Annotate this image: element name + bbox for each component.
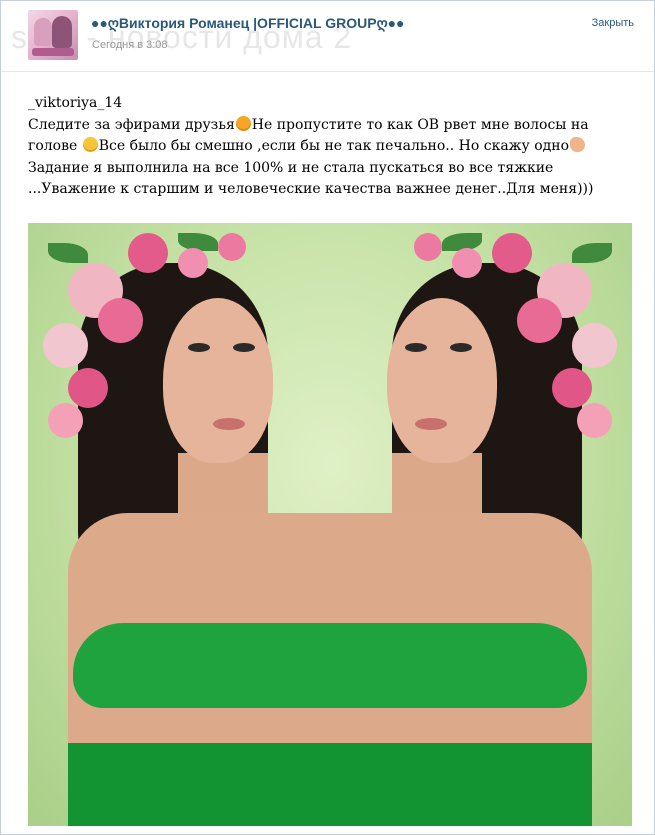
photo-right-half (330, 223, 632, 826)
heart-eyes-emoji-icon (235, 115, 251, 131)
grinning-emoji-icon (82, 137, 98, 152)
post-text-segment: голове (28, 138, 82, 154)
post-photo[interactable] (28, 223, 632, 826)
post-timestamp[interactable]: Сегодня в 3:08 (92, 39, 168, 51)
close-button[interactable]: Закрыть (592, 17, 634, 29)
post-text-segment: Не пропустите то как ОВ рвет мне волосы … (251, 116, 589, 133)
post-header: sp... - новости дома 2 ●●ღВиктория Роман… (1, 1, 654, 71)
group-title-link[interactable]: ●●ღВиктория Романец |OFFICIAL GROUPღ●● (91, 15, 405, 32)
post-text-segment: Задание я выполнила на все 100% и не ста… (28, 159, 554, 176)
post-text-segment: Все было бы смешно ,если бы не так печал… (98, 138, 570, 154)
group-avatar[interactable] (28, 10, 78, 60)
post-card: sp... - новости дома 2 ●●ღВиктория Роман… (0, 0, 655, 835)
post-text-segment: ...Уважение к старшим и человеческие кач… (28, 181, 594, 197)
header-divider (1, 71, 654, 72)
post-text: _viktoriya_14 Следите за эфирами друзья Н… (28, 93, 628, 201)
photo-left-half (28, 223, 330, 826)
ok-hand-emoji-icon (570, 137, 586, 152)
post-author-handle: _viktoriya_14 (28, 95, 123, 111)
post-text-segment: Следите за эфирами друзья (28, 116, 235, 133)
